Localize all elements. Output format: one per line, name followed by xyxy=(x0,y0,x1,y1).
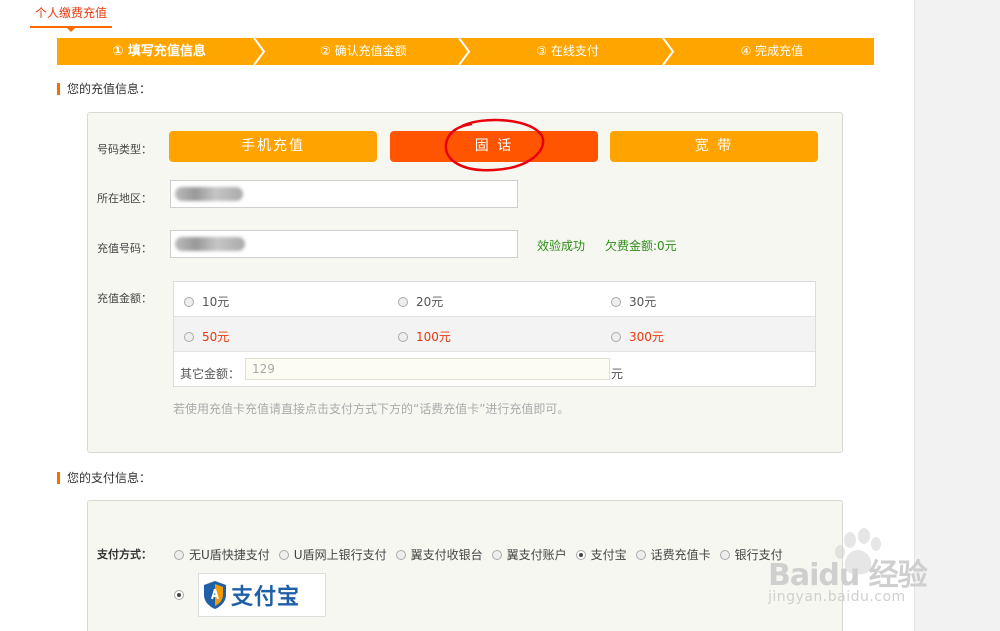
step-label: ③ 在线支付 xyxy=(536,44,599,58)
amount-option-label: 30元 xyxy=(629,295,657,309)
radio-icon[interactable] xyxy=(398,331,408,342)
amount-option-300[interactable]: 300元 xyxy=(611,328,664,345)
recharge-card-hint: 若使用充值卡充值请直接点击支付方式下方的“话费充值卡”进行充值即可。 xyxy=(173,402,570,416)
pay-option-recharge-card[interactable]: 话费充值卡 xyxy=(635,546,711,563)
mobile-recharge-button[interactable]: 手机充值 xyxy=(169,131,377,162)
phone-number-label: 充值号码： xyxy=(97,242,152,255)
step-fill-info: ① 填写充值信息 xyxy=(57,38,266,65)
shield-icon xyxy=(204,581,226,609)
pay-option-label: U盾网上银行支付 xyxy=(293,548,387,562)
chevron-right-icon xyxy=(661,38,674,65)
chevron-right-icon xyxy=(253,38,266,65)
region-field[interactable] xyxy=(170,180,518,208)
radio-icon[interactable] xyxy=(635,549,646,560)
step-label: ④ 完成充值 xyxy=(740,44,804,58)
tab-personal-recharge[interactable]: 个人缴费充值 xyxy=(30,0,112,28)
pay-option-label: 话费充值卡 xyxy=(650,548,711,562)
radio-icon[interactable] xyxy=(174,549,184,560)
pay-option-quick[interactable]: 无U盾快捷支付 xyxy=(174,546,270,563)
pay-option-ushield-bank[interactable]: U盾网上银行支付 xyxy=(278,546,387,563)
region-label: 所在地区： xyxy=(97,192,152,205)
amount-options-table: 10元 20元 30元 50元 100元 300元 其它金额： 129 元 xyxy=(173,281,816,387)
verify-status: 效验成功 xyxy=(537,239,586,253)
alipay-logo: 支付宝 xyxy=(198,573,326,617)
amount-option-30[interactable]: 30元 xyxy=(611,293,656,310)
other-amount-label: 其它金额： xyxy=(180,367,241,381)
amount-option-label: 20元 xyxy=(416,295,444,309)
radio-icon[interactable] xyxy=(278,549,289,560)
tab-indicator xyxy=(66,27,76,32)
radio-icon[interactable] xyxy=(719,549,730,560)
radio-icon[interactable] xyxy=(184,296,194,307)
pay-option-label: 无U盾快捷支付 xyxy=(189,548,270,562)
other-amount-input[interactable]: 129 xyxy=(245,358,610,380)
redacted-value xyxy=(175,237,245,251)
step-confirm-amount: ② 确认充值金额 xyxy=(261,38,470,65)
amount-row: 10元 20元 30元 xyxy=(174,282,815,317)
amount-option-20[interactable]: 20元 xyxy=(398,293,443,310)
progress-steps: ① 填写充值信息 ② 确认充值金额 ③ 在线支付 ④ 完成充值 xyxy=(57,38,874,65)
baidu-watermark-url: jingyan.baidu.com xyxy=(768,589,906,605)
amount-row: 50元 100元 300元 xyxy=(174,317,815,352)
radio-icon[interactable] xyxy=(611,296,621,307)
arrears-amount: 欠费金额:0元 xyxy=(605,239,677,253)
step-label: ② 确认充值金额 xyxy=(320,44,407,58)
payment-options: 无U盾快捷支付 U盾网上银行支付 翼支付收银台 翼支付账户 支付宝 话费充值卡 … xyxy=(174,546,792,563)
number-type-label: 号码类型： xyxy=(97,143,152,156)
payment-panel: 支付方式： 无U盾快捷支付 U盾网上银行支付 翼支付收银台 翼支付账户 支付宝 … xyxy=(87,500,843,631)
radio-checked-icon[interactable] xyxy=(575,549,586,560)
other-amount-unit: 元 xyxy=(611,367,624,381)
payment-section-title: 您的支付信息： xyxy=(57,470,151,486)
amount-option-label: 100元 xyxy=(416,330,451,344)
alipay-selection[interactable]: 支付宝 xyxy=(174,573,326,617)
amount-option-label: 50元 xyxy=(202,330,230,344)
radio-icon[interactable] xyxy=(398,296,408,307)
radio-icon[interactable] xyxy=(491,549,502,560)
chevron-right-icon xyxy=(457,38,470,65)
amount-option-label: 300元 xyxy=(629,330,664,344)
radio-icon[interactable] xyxy=(395,549,406,560)
radio-icon[interactable] xyxy=(611,331,621,342)
step-complete: ④ 完成充值 xyxy=(669,38,874,65)
alipay-logo-text: 支付宝 xyxy=(231,584,301,610)
redacted-value xyxy=(175,187,243,201)
payment-method-label: 支付方式： xyxy=(97,548,152,561)
amount-option-100[interactable]: 100元 xyxy=(398,328,451,345)
pay-option-label: 支付宝 xyxy=(590,548,627,562)
pay-option-alipay[interactable]: 支付宝 xyxy=(575,546,627,563)
pay-option-bestpay-cashier[interactable]: 翼支付收银台 xyxy=(395,546,483,563)
amount-option-10[interactable]: 10元 xyxy=(184,293,229,310)
baidu-watermark-logo: Baidu 经验 xyxy=(768,558,928,593)
pay-option-label: 翼支付账户 xyxy=(506,548,567,562)
amount-option-label: 10元 xyxy=(202,295,230,309)
amount-option-50[interactable]: 50元 xyxy=(184,328,229,345)
recharge-section-title: 您的充值信息： xyxy=(57,81,151,97)
broadband-button[interactable]: 宽 带 xyxy=(610,131,818,162)
amount-label: 充值金额： xyxy=(97,292,152,305)
pay-option-label: 翼支付收银台 xyxy=(410,548,483,562)
step-label: ① 填写充值信息 xyxy=(112,44,206,59)
red-circle-annotation xyxy=(444,118,545,172)
radio-icon[interactable] xyxy=(184,331,194,342)
step-online-pay: ③ 在线支付 xyxy=(465,38,674,65)
phone-number-field[interactable] xyxy=(170,230,518,258)
pay-option-bestpay-account[interactable]: 翼支付账户 xyxy=(491,546,567,563)
radio-checked-icon[interactable] xyxy=(174,590,184,600)
